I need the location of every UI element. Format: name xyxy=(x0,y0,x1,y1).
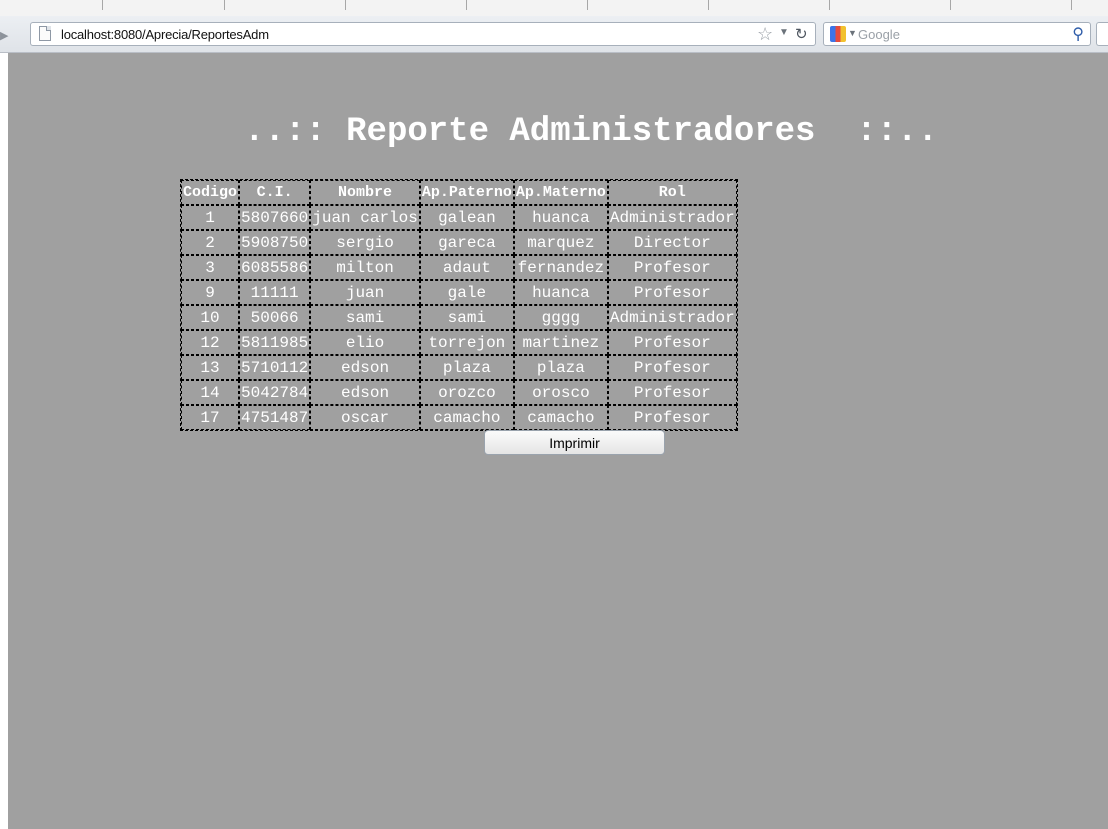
tab-divider xyxy=(829,0,830,10)
table-cell: 5710112 xyxy=(239,355,311,380)
table-cell: 1 xyxy=(181,205,240,230)
table-cell: Director xyxy=(607,230,737,255)
tab-divider xyxy=(587,0,588,10)
tab-divider xyxy=(950,0,951,10)
reload-icon[interactable]: ↻ xyxy=(795,25,808,43)
column-header: Nombre xyxy=(310,180,420,205)
page-content: ..:: Reporte Administradores ::.. Codigo… xyxy=(8,53,1108,829)
column-header: C.I. xyxy=(239,180,311,205)
table-cell: 10 xyxy=(181,305,240,330)
table-cell: camacho xyxy=(513,405,608,430)
table-cell: camacho xyxy=(419,405,514,430)
print-button[interactable]: Imprimir xyxy=(484,430,665,455)
table-cell: edson xyxy=(310,380,420,405)
table-cell: 14 xyxy=(181,380,240,405)
column-header: Ap.Paterno xyxy=(419,180,514,205)
table-cell: 11111 xyxy=(239,280,311,305)
table-row: 9 11111 juan gale huanca Profesor xyxy=(181,280,737,305)
table-cell: gggg xyxy=(513,305,608,330)
table-row: 14 5042784 edson orozco orosco Profesor xyxy=(181,380,737,405)
tab-divider xyxy=(708,0,709,10)
table-header-row: Codigo C.I. Nombre Ap.Paterno Ap.Materno… xyxy=(181,180,737,205)
table-cell: marquez xyxy=(513,230,608,255)
table-cell: adaut xyxy=(419,255,514,280)
table-cell: sami xyxy=(310,305,420,330)
table-cell: huanca xyxy=(513,280,608,305)
table-cell: 5807660 xyxy=(239,205,311,230)
table-row: 13 5710112 edson plaza plaza Profesor xyxy=(181,355,737,380)
table-cell: Profesor xyxy=(607,255,737,280)
table-cell: elio xyxy=(310,330,420,355)
table-cell: oscar xyxy=(310,405,420,430)
table-cell: Profesor xyxy=(607,405,737,430)
tab-divider xyxy=(466,0,467,10)
table-cell: 13 xyxy=(181,355,240,380)
table-cell: Profesor xyxy=(607,330,737,355)
tab-strip xyxy=(0,0,1108,17)
table-cell: sergio xyxy=(310,230,420,255)
table-cell: plaza xyxy=(419,355,514,380)
table-row: 1 5807660 juan carlos galean huanca Administr… xyxy=(181,205,737,230)
table-cell: sami xyxy=(419,305,514,330)
table-cell: 5042784 xyxy=(239,380,311,405)
search-icon[interactable]: ⚲ xyxy=(1072,24,1084,44)
table-cell: galean xyxy=(419,205,514,230)
table-row: 10 50066 sami sami gggg Administrador xyxy=(181,305,737,330)
table-cell: 12 xyxy=(181,330,240,355)
tab-divider xyxy=(224,0,225,10)
table-cell: juan carlos xyxy=(310,205,420,230)
address-bar[interactable]: localhost:8080/Aprecia/ReportesAdm ☆ ▼ ↻ xyxy=(30,22,816,46)
table-cell: martinez xyxy=(513,330,608,355)
table-cell: 6085586 xyxy=(239,255,311,280)
table-cell: 50066 xyxy=(239,305,311,330)
table-cell: 17 xyxy=(181,405,240,430)
table-cell: plaza xyxy=(513,355,608,380)
table-cell: Profesor xyxy=(607,355,737,380)
page-title: ..:: Reporte Administradores ::.. xyxy=(244,113,938,151)
table-cell: 4751487 xyxy=(239,405,311,430)
column-header: Codigo xyxy=(181,180,240,205)
table-cell: 5908750 xyxy=(239,230,311,255)
table-cell: orozco xyxy=(419,380,514,405)
tab-divider xyxy=(345,0,346,10)
history-dropdown-icon[interactable]: ▼ xyxy=(779,27,789,38)
table-cell: 5811985 xyxy=(239,330,311,355)
toolbar-overflow[interactable] xyxy=(1096,22,1108,46)
google-icon[interactable] xyxy=(830,26,846,42)
table-cell: Profesor xyxy=(607,280,737,305)
search-engine-dropdown-icon[interactable]: ▼ xyxy=(848,28,857,38)
back-arrow-icon[interactable]: ▶ xyxy=(0,26,14,46)
table-body: 1 5807660 juan carlos galean huanca Administr… xyxy=(181,205,737,430)
table-row: 12 5811985 elio torrejon martinez Profesor xyxy=(181,330,737,355)
table-cell: fernandez xyxy=(513,255,608,280)
table-cell: 2 xyxy=(181,230,240,255)
table-row: 17 4751487 oscar camacho camacho Profesor xyxy=(181,405,737,430)
column-header: Rol xyxy=(607,180,737,205)
column-header: Ap.Materno xyxy=(513,180,608,205)
bookmark-star-icon[interactable]: ☆ xyxy=(757,24,773,45)
table-cell: gareca xyxy=(419,230,514,255)
table-cell: juan xyxy=(310,280,420,305)
table-cell: gale xyxy=(419,280,514,305)
search-bar[interactable]: ▼ Google ⚲ xyxy=(823,22,1091,46)
table-cell: 9 xyxy=(181,280,240,305)
table-row: 2 5908750 sergio gareca marquez Director xyxy=(181,230,737,255)
tab-divider xyxy=(102,0,103,10)
page-icon xyxy=(39,26,51,41)
table-cell: torrejon xyxy=(419,330,514,355)
table-cell: huanca xyxy=(513,205,608,230)
table-cell: Administrador xyxy=(607,305,737,330)
table-cell: edson xyxy=(310,355,420,380)
search-input[interactable]: Google xyxy=(858,27,900,42)
table-cell: orosco xyxy=(513,380,608,405)
table-row: 3 6085586 milton adaut fernandez Profesor xyxy=(181,255,737,280)
url-text[interactable]: localhost:8080/Aprecia/ReportesAdm xyxy=(61,27,269,42)
table-cell: 3 xyxy=(181,255,240,280)
admin-report-table: Codigo C.I. Nombre Ap.Paterno Ap.Materno… xyxy=(180,179,738,431)
tab-divider xyxy=(1071,0,1072,10)
table-cell: Administrador xyxy=(607,205,737,230)
navigation-toolbar: ▶ localhost:8080/Aprecia/ReportesAdm ☆ ▼… xyxy=(0,16,1108,53)
table-cell: milton xyxy=(310,255,420,280)
table-cell: Profesor xyxy=(607,380,737,405)
